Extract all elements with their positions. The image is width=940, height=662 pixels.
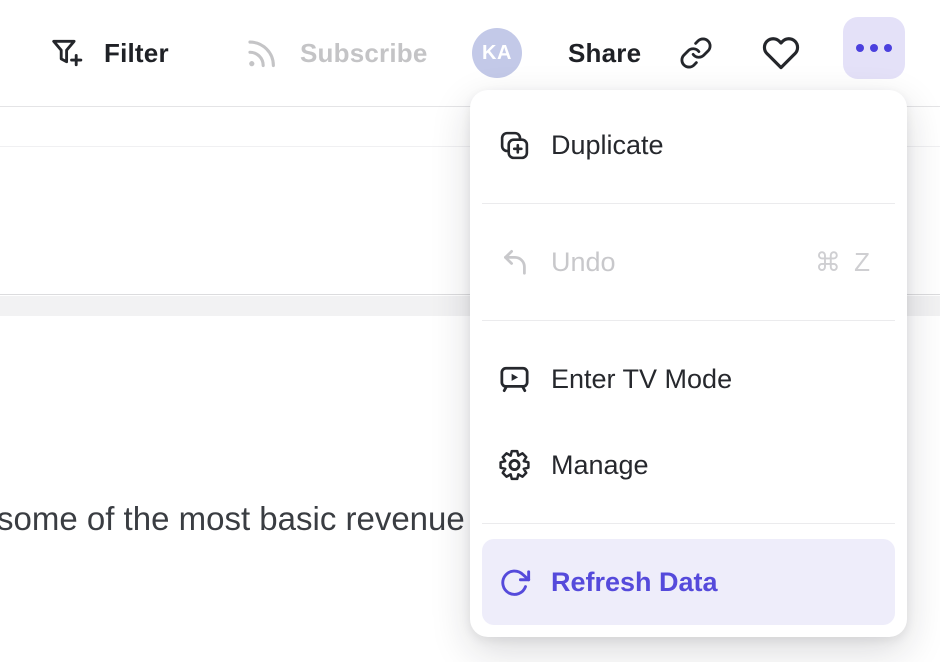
menu-divider [482, 203, 895, 204]
more-menu-button[interactable] [843, 17, 905, 79]
rss-icon [243, 35, 280, 72]
refresh-icon [498, 566, 531, 599]
paragraph-text: some of the most basic revenue m [0, 500, 501, 538]
menu-item-refresh-data[interactable]: Refresh Data [482, 539, 895, 625]
menu-divider [482, 523, 895, 524]
tv-icon [498, 363, 531, 396]
menu-item-label: Enter TV Mode [551, 364, 732, 395]
share-label: Share [568, 38, 641, 69]
ellipsis-icon [856, 44, 864, 52]
menu-item-label: Duplicate [551, 130, 664, 161]
gear-icon [498, 449, 531, 482]
menu-item-duplicate[interactable]: Duplicate [482, 102, 895, 188]
menu-divider [482, 320, 895, 321]
filter-label: Filter [104, 38, 169, 69]
menu-item-label: Refresh Data [551, 567, 718, 598]
dropdown-menu: Duplicate Undo ⌘ Z Enter TV Mode [470, 90, 907, 637]
link-icon [679, 36, 713, 70]
menu-item-label: Undo [551, 247, 616, 278]
filter-plus-icon [48, 35, 84, 71]
shortcut-hint: ⌘ Z [815, 247, 873, 278]
undo-icon [498, 246, 531, 279]
subscribe-label: Subscribe [300, 38, 428, 69]
menu-item-enter-tv-mode[interactable]: Enter TV Mode [482, 336, 895, 422]
menu-item-label: Manage [551, 450, 649, 481]
filter-button[interactable]: Filter [48, 0, 169, 106]
menu-item-manage[interactable]: Manage [482, 422, 895, 508]
avatar-initials: KA [472, 28, 522, 78]
heart-icon [762, 34, 800, 72]
duplicate-icon [498, 129, 531, 162]
menu-item-undo[interactable]: Undo ⌘ Z [482, 219, 895, 305]
subscribe-button[interactable]: Subscribe [243, 0, 428, 106]
